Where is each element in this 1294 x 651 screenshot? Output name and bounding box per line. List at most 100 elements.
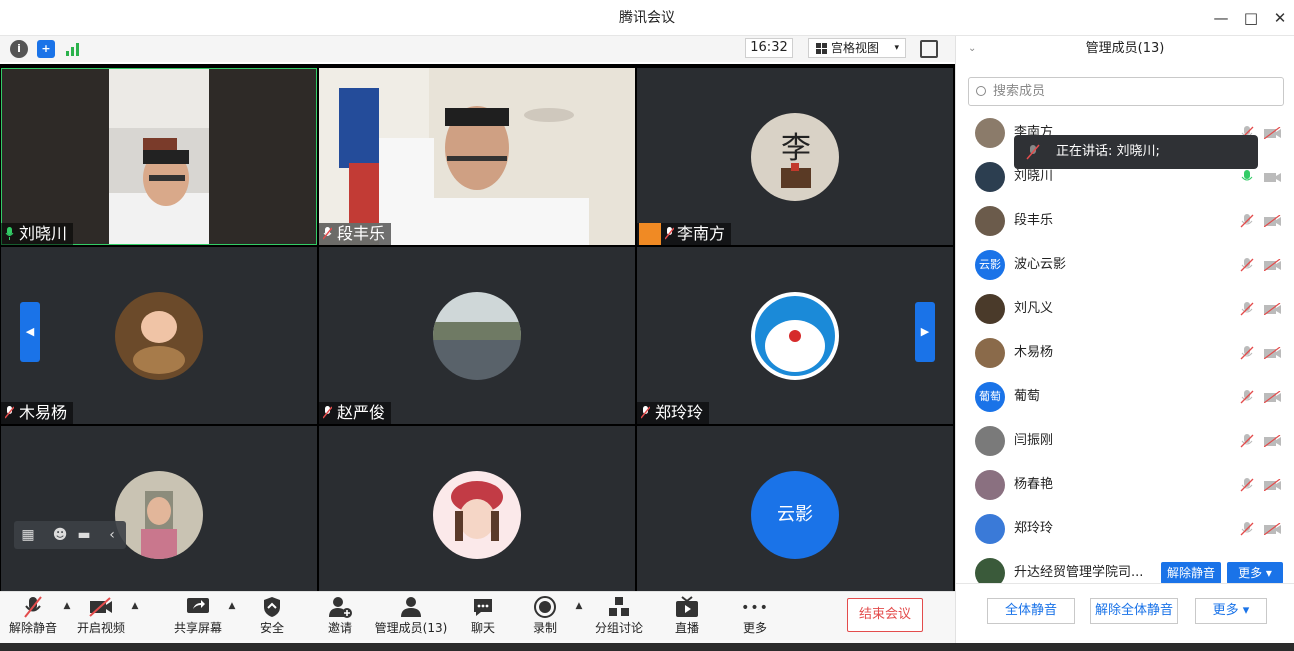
camera-off-icon[interactable] <box>1264 259 1282 271</box>
video-tile[interactable] <box>1 426 317 603</box>
shield-icon[interactable]: + <box>37 40 55 58</box>
member-search-input[interactable]: 搜索成员 <box>968 77 1284 106</box>
unmute-all-button[interactable]: 解除全体静音 <box>1090 598 1178 624</box>
microphone-muted-icon <box>1026 144 1040 160</box>
info-icon[interactable]: i <box>10 40 28 58</box>
microphone-muted-icon[interactable] <box>1240 214 1254 228</box>
member-row[interactable]: 木易杨 <box>956 331 1294 375</box>
camera-off-icon[interactable] <box>1264 435 1282 447</box>
user-badge-icon <box>639 223 661 245</box>
member-avatar: 云影 <box>975 250 1005 280</box>
start-video-label: 开启视频 <box>76 621 125 635</box>
signal-icon[interactable] <box>64 40 82 58</box>
emoji-icon[interactable]: ☻ <box>52 527 68 543</box>
video-tile[interactable]: 郑玲玲 <box>637 247 953 424</box>
reaction-toolbar: ▦ ☻ ▬ ‹ <box>14 521 126 549</box>
members-icon <box>371 596 451 620</box>
camera-off-icon[interactable] <box>1264 171 1282 183</box>
participant-name: 刘晓川 <box>19 224 68 243</box>
maximize-button[interactable]: □ <box>1238 6 1264 30</box>
view-mode-dropdown[interactable]: 宫格视图 ▾ <box>808 38 906 58</box>
camera-off-icon[interactable] <box>1264 303 1282 315</box>
collapse-icon[interactable]: ‹ <box>104 527 120 543</box>
more-dots-icon: ••• <box>741 600 769 616</box>
live-button[interactable]: 直播 <box>649 596 725 642</box>
video-tile[interactable]: 木易杨 <box>1 247 317 424</box>
more-button[interactable]: ••• 更多 <box>717 596 793 642</box>
video-tile[interactable]: 云影 <box>637 426 953 603</box>
chevron-down-icon: ▾ <box>894 43 899 53</box>
security-button[interactable]: 安全 <box>234 596 310 642</box>
microphone-muted-icon[interactable] <box>1240 390 1254 404</box>
microphone-icon[interactable] <box>1240 170 1254 184</box>
breakout-button[interactable]: 分组讨论 <box>581 596 657 642</box>
comment-icon[interactable]: ▬ <box>76 527 92 543</box>
member-row[interactable]: 杨春艳 <box>956 463 1294 507</box>
video-tile[interactable] <box>319 426 635 603</box>
member-avatar <box>975 470 1005 500</box>
microphone-muted-icon[interactable] <box>1240 302 1254 316</box>
next-page-button[interactable]: ▶ <box>915 302 935 362</box>
grid-icon <box>816 43 827 54</box>
minimize-button[interactable]: — <box>1208 6 1234 30</box>
video-tile[interactable]: 段丰乐 <box>319 68 635 245</box>
members-panel-header: ⌄ 管理成员(13) <box>956 36 1294 62</box>
video-tile[interactable]: 刘晓川 <box>1 68 317 245</box>
fullscreen-icon[interactable] <box>920 40 938 58</box>
start-video-button[interactable]: 开启视频 <box>63 596 139 642</box>
search-placeholder: 搜索成员 <box>993 84 1046 99</box>
member-avatar <box>975 338 1005 368</box>
microphone-muted-icon[interactable] <box>1240 522 1254 536</box>
member-row[interactable]: 葡萄 葡萄 <box>956 375 1294 419</box>
manage-members-button[interactable]: 管理成员(13) <box>371 596 451 642</box>
record-button[interactable]: 录制 <box>507 596 583 642</box>
live-label: 直播 <box>674 621 699 635</box>
member-avatar: 葡萄 <box>975 382 1005 412</box>
microphone-muted-icon[interactable] <box>1240 478 1254 492</box>
close-button[interactable]: ✕ <box>1267 6 1293 30</box>
members-panel: ⌄ 管理成员(13) 搜索成员 李南方 刘晓川 段丰乐 云影 波心云影 刘凡义 木易杨 葡萄葡… <box>955 36 1294 643</box>
breakout-icon <box>581 596 657 620</box>
share-screen-button[interactable]: 共享屏幕 <box>160 596 236 642</box>
member-avatar <box>975 118 1005 148</box>
invite-label: 邀请 <box>327 621 352 635</box>
end-meeting-button[interactable]: 结束会议 <box>847 598 923 632</box>
member-row[interactable]: 段丰乐 <box>956 199 1294 243</box>
member-avatar <box>975 426 1005 456</box>
video-tile[interactable]: 赵严俊 <box>319 247 635 424</box>
member-row[interactable]: 闫振刚 <box>956 419 1294 463</box>
bottom-toolbar: 解除静音 ▲ 开启视频 ▲ 共享屏幕 ▲ 安全 邀请 管理成员(13) 聊天 录… <box>0 591 955 643</box>
camera-off-icon[interactable] <box>1264 391 1282 403</box>
camera-off-icon[interactable] <box>1264 127 1282 139</box>
meeting-window: 腾讯会议 — □ ✕ i + 16:32 宫格视图 ▾ 刘晓川 段丰乐 李 李南… <box>0 0 1294 651</box>
member-unmute-button[interactable]: 解除静音 <box>1161 562 1221 584</box>
member-row[interactable]: 郑玲玲 <box>956 507 1294 551</box>
breakout-label: 分组讨论 <box>594 621 643 635</box>
main-area: i + 16:32 宫格视图 ▾ 刘晓川 段丰乐 李 李南方 木易杨 赵严俊 郑… <box>0 36 955 603</box>
camera-off-icon[interactable] <box>1264 523 1282 535</box>
member-more-button[interactable]: 更多 ▾ <box>1227 562 1283 584</box>
caret-up-icon[interactable]: ▲ <box>130 601 140 611</box>
unmute-button[interactable]: 解除静音 <box>0 596 71 642</box>
camera-off-icon[interactable] <box>1264 215 1282 227</box>
camera-off-icon[interactable] <box>1264 479 1282 491</box>
more-label: 更多 <box>742 621 767 635</box>
video-tile[interactable]: 李 李南方 <box>637 68 953 245</box>
record-label: 录制 <box>532 621 557 635</box>
member-row[interactable]: 刘凡义 <box>956 287 1294 331</box>
invite-button[interactable]: 邀请 <box>302 596 378 642</box>
chevron-down-icon[interactable]: ⌄ <box>968 36 976 62</box>
previous-page-button[interactable]: ◀ <box>20 302 40 362</box>
participant-avatar <box>433 470 521 559</box>
microphone-muted-icon[interactable] <box>1240 258 1254 272</box>
microphone-muted-icon[interactable] <box>1240 346 1254 360</box>
grid-icon[interactable]: ▦ <box>20 527 36 543</box>
member-row[interactable]: 云影 波心云影 <box>956 243 1294 287</box>
mute-all-button[interactable]: 全体静音 <box>987 598 1075 624</box>
participant-avatar: 李 <box>751 112 839 201</box>
desktop-taskbar <box>0 643 1294 651</box>
camera-off-icon[interactable] <box>1264 347 1282 359</box>
members-panel-title: 管理成员(13) <box>1085 41 1165 56</box>
panel-more-button[interactable]: 更多 ▾ <box>1195 598 1267 624</box>
microphone-muted-icon[interactable] <box>1240 434 1254 448</box>
